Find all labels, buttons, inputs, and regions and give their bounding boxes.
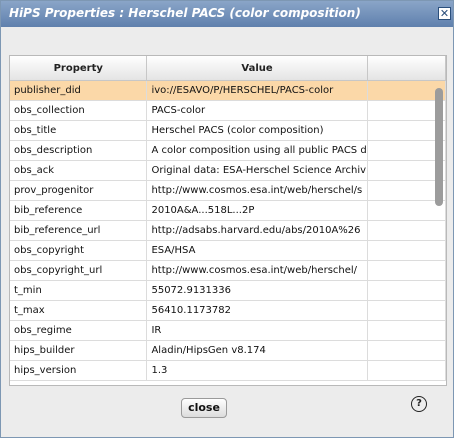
property-cell: publisher_did bbox=[10, 80, 148, 101]
table-row[interactable]: publisher_did ivo://ESAVO/P/HERSCHEL/PACS… bbox=[10, 80, 446, 101]
properties-table-panel: Property Value publisher_did ivo://ESAVO/… bbox=[9, 55, 447, 386]
table-row[interactable]: hips_builder Aladin/HipsGen v8.174 bbox=[10, 340, 446, 361]
spacer-cell bbox=[367, 320, 446, 341]
property-cell: hips_builder bbox=[10, 340, 148, 361]
table-header-row: Property Value bbox=[10, 56, 446, 81]
property-cell: bib_reference_url bbox=[10, 220, 148, 241]
table-row[interactable]: obs_title Herschel PACS (color compositio… bbox=[10, 120, 446, 141]
value-cell: Herschel PACS (color composition) bbox=[146, 120, 368, 141]
property-cell: prov_progenitor bbox=[10, 180, 148, 201]
value-cell: 2010A&A...518L...2P bbox=[146, 200, 368, 221]
column-header-property[interactable]: Property bbox=[10, 56, 148, 81]
spacer-cell bbox=[367, 360, 446, 381]
spacer-cell bbox=[367, 340, 446, 361]
property-cell: obs_collection bbox=[10, 100, 148, 121]
hips-properties-dialog: HiPS Properties : Herschel PACS (color c… bbox=[0, 0, 454, 438]
value-cell: Aladin/HipsGen v8.174 bbox=[146, 340, 368, 361]
property-cell: obs_copyright_url bbox=[10, 260, 148, 281]
property-cell: obs_copyright bbox=[10, 240, 148, 261]
table-row[interactable]: obs_copyright_url http://www.cosmos.esa.i… bbox=[10, 260, 446, 281]
help-icon[interactable]: ? bbox=[411, 396, 427, 412]
property-cell: obs_ack bbox=[10, 160, 148, 181]
table-row[interactable]: t_max 56410.1173782 bbox=[10, 300, 446, 321]
table-row[interactable]: obs_collection PACS-color bbox=[10, 100, 446, 121]
value-cell: ESA/HSA bbox=[146, 240, 368, 261]
table-row[interactable]: prov_progenitor http://www.cosmos.esa.int… bbox=[10, 180, 446, 201]
close-button[interactable]: close bbox=[181, 398, 227, 418]
table-row[interactable]: obs_regime IR bbox=[10, 320, 446, 341]
spacer-cell bbox=[367, 180, 446, 201]
table-body: publisher_did ivo://ESAVO/P/HERSCHEL/PACS… bbox=[10, 80, 446, 381]
property-cell: obs_description bbox=[10, 140, 148, 161]
table-row[interactable]: bib_reference_url http://adsabs.harvard.e… bbox=[10, 220, 446, 241]
value-cell: http://www.cosmos.esa.int/web/herschel/s bbox=[146, 180, 368, 201]
spacer-cell bbox=[367, 120, 446, 141]
table-row[interactable]: bib_reference 2010A&A...518L...2P bbox=[10, 200, 446, 221]
value-cell: ivo://ESAVO/P/HERSCHEL/PACS-color bbox=[146, 80, 368, 101]
value-cell: http://adsabs.harvard.edu/abs/2010A%26 bbox=[146, 220, 368, 241]
property-cell: t_max bbox=[10, 300, 148, 321]
table-row[interactable]: obs_copyright ESA/HSA bbox=[10, 240, 446, 261]
value-cell: 55072.9131336 bbox=[146, 280, 368, 301]
property-cell: obs_title bbox=[10, 120, 148, 141]
close-icon[interactable]: ✕ bbox=[438, 7, 451, 20]
column-header-spacer bbox=[367, 56, 446, 81]
value-cell: IR bbox=[146, 320, 368, 341]
spacer-cell bbox=[367, 240, 446, 261]
spacer-cell bbox=[367, 100, 446, 121]
spacer-cell bbox=[367, 280, 446, 301]
table-row[interactable]: t_min 55072.9131336 bbox=[10, 280, 446, 301]
table-row[interactable]: hips_version 1.3 bbox=[10, 360, 446, 381]
value-cell: A color composition using all public PAC… bbox=[146, 140, 368, 161]
spacer-cell bbox=[367, 140, 446, 161]
value-cell: http://www.cosmos.esa.int/web/herschel/ bbox=[146, 260, 368, 281]
value-cell: PACS-color bbox=[146, 100, 368, 121]
properties-table: Property Value publisher_did ivo://ESAVO/… bbox=[10, 56, 446, 381]
value-cell: 56410.1173782 bbox=[146, 300, 368, 321]
property-cell: hips_version bbox=[10, 360, 148, 381]
title-bar[interactable]: HiPS Properties : Herschel PACS (color c… bbox=[1, 1, 453, 27]
column-header-value[interactable]: Value bbox=[146, 56, 368, 81]
vertical-scrollbar[interactable] bbox=[435, 88, 443, 206]
property-cell: bib_reference bbox=[10, 200, 148, 221]
table-row[interactable]: obs_description A color composition using… bbox=[10, 140, 446, 161]
property-cell: t_min bbox=[10, 280, 148, 301]
spacer-cell bbox=[367, 160, 446, 181]
value-cell: Original data: ESA-Herschel Science Arch… bbox=[146, 160, 368, 181]
spacer-cell bbox=[367, 260, 446, 281]
spacer-cell bbox=[367, 300, 446, 321]
property-cell: obs_regime bbox=[10, 320, 148, 341]
value-cell: 1.3 bbox=[146, 360, 368, 381]
table-row[interactable]: obs_ack Original data: ESA-Herschel Scien… bbox=[10, 160, 446, 181]
window-title: HiPS Properties : Herschel PACS (color c… bbox=[9, 6, 361, 20]
spacer-cell bbox=[367, 80, 446, 101]
spacer-cell bbox=[367, 200, 446, 221]
spacer-cell bbox=[367, 220, 446, 241]
